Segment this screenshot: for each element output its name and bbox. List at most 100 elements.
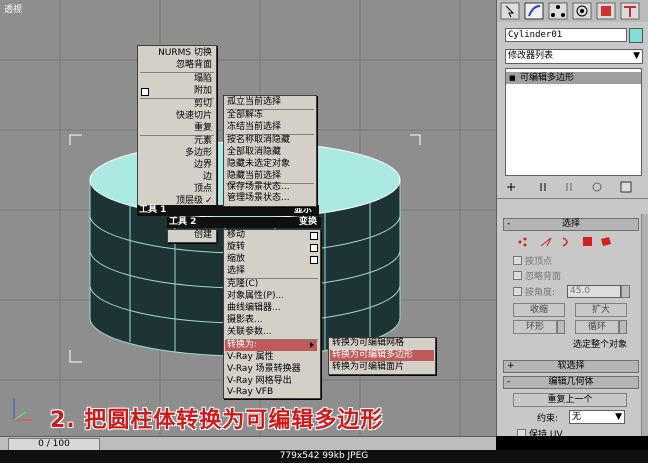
ring-spinner[interactable] <box>557 320 565 334</box>
stack-item-editable-poly[interactable]: ■ 可编辑多边形 <box>506 72 641 84</box>
chevron-down-icon: ▼ <box>633 51 640 61</box>
hierarchy-tab-icon <box>548 2 568 20</box>
menu-item-vray-properties[interactable]: V-Ray 属性 <box>227 352 274 363</box>
make-unique-icon <box>566 183 572 191</box>
menu-item-freeze-selection[interactable]: 冻结当前选择 <box>227 122 281 133</box>
menu-item-convert-to[interactable]: 转换为: <box>225 340 317 351</box>
menu-item-border[interactable]: 边界 <box>140 160 212 171</box>
edit-geometry-rollout-header[interactable]: - 编辑几何体 <box>503 376 639 389</box>
menu-item-rotate[interactable]: 旋转 <box>227 242 245 253</box>
menu-item-vray-vfb[interactable]: V-Ray VFB <box>227 387 273 398</box>
menu-item-scale[interactable]: 缩放 <box>227 254 245 265</box>
rotate-settings-icon[interactable] <box>310 244 318 252</box>
selection-rollout-header[interactable]: - 选择 <box>503 218 639 231</box>
image-info-bar: 779x542 99kb JPEG <box>0 450 648 463</box>
quad-menu-transform: 移动 旋转 缩放 选择 克隆(C) 对象属性(P)... 曲线编辑器... 摄影… <box>223 229 321 399</box>
menu-item-vray-mesh-export[interactable]: V-Ray 网格导出 <box>227 376 292 387</box>
menu-item-quickslice[interactable]: 快速切片 <box>140 111 212 122</box>
menu-item-vray-scene-converter[interactable]: V-Ray 场景转换器 <box>227 364 301 375</box>
panel-scrollbar[interactable] <box>641 214 648 436</box>
menu-item-unhide-all[interactable]: 全部取消隐藏 <box>227 147 281 158</box>
subobject-levels <box>518 237 611 247</box>
menu-item-nurms-toggle[interactable]: NURMS 切换 <box>140 48 212 59</box>
menu-item-unhide-by-name[interactable]: 按名称取消隐藏 <box>227 135 290 146</box>
loop-spinner[interactable] <box>619 320 627 334</box>
time-slider[interactable]: 0 / 100 <box>0 436 496 451</box>
object-color-swatch[interactable] <box>629 28 643 43</box>
chevron-down-icon: ▼ <box>615 412 622 422</box>
preserve-uv-label: 保持 UV <box>529 430 563 436</box>
menu-item-repeat[interactable]: 重复 <box>140 123 212 134</box>
angle-value-text: 45.0 <box>570 286 591 296</box>
stack-item-label: 可编辑多边形 <box>520 73 575 83</box>
quad-menu-display: 孤立当前选择 全部解冻 冻结当前选择 按名称取消隐藏 全部取消隐藏 隐藏未选定对… <box>223 95 317 207</box>
pin-stack-icon <box>507 183 515 191</box>
scale-settings-icon[interactable] <box>310 256 318 264</box>
menu-item-collapse[interactable]: 塌陷 <box>140 74 212 85</box>
menu-item-hide-selection[interactable]: 隐藏当前选择 <box>227 171 281 182</box>
menu-item-polygon[interactable]: 多边形 <box>140 148 212 159</box>
menu-item-edge[interactable]: 边 <box>140 172 212 183</box>
menu-item-hide-unselected[interactable]: 隐藏未选定对象 <box>227 159 290 170</box>
menu-item-select[interactable]: 选择 <box>227 266 245 277</box>
selection-info-text: 选定整个对象 <box>573 340 628 350</box>
menu-item-isolate-selection[interactable]: 孤立当前选择 <box>227 97 281 108</box>
show-end-result-icon <box>540 183 546 191</box>
menu-item-convert-editable-mesh[interactable]: 转换为可编辑网格 <box>332 338 404 349</box>
loop-button[interactable]: 循环 <box>575 320 619 334</box>
by-angle-checkbox[interactable] <box>513 287 522 296</box>
repeat-last-button[interactable]: 重复上一个 <box>513 393 627 407</box>
menu-item-object-properties[interactable]: 对象属性(P)... <box>227 291 284 302</box>
viewport-label: 透视 <box>4 5 23 15</box>
menu-item-move[interactable]: 移动 <box>227 230 245 241</box>
convert-to-submenu: 转换为可编辑网格 转换为可编辑多边形 转换为可编辑面片 <box>328 337 436 375</box>
angle-value-field[interactable]: 45.0 <box>567 285 621 298</box>
preserve-uv-checkbox[interactable] <box>517 429 526 436</box>
menu-item-curve-editor[interactable]: 曲线编辑器... <box>227 303 281 314</box>
soft-selection-rollout-header[interactable]: + 软选择 <box>503 360 639 373</box>
polygon-level-icon <box>583 237 592 246</box>
submenu-arrow-icon <box>310 342 314 348</box>
remove-modifier-icon <box>592 182 602 192</box>
menu-item-create[interactable]: 创建 <box>170 230 212 241</box>
tutorial-caption: 2. 把圆柱体转换为可编辑多边形 <box>50 408 384 433</box>
ignore-backface-checkbox[interactable] <box>513 271 522 280</box>
menu-item-cut[interactable]: 剪切 <box>140 99 212 110</box>
expand-icon[interactable]: ■ <box>509 72 516 84</box>
perspective-viewport[interactable]: 透视 NURMS 切换 忽略背面 塌陷 附加 剪切 快速切片 重复 元素 多边形… <box>0 0 496 436</box>
configure-modifier-sets-icon <box>620 181 632 193</box>
quad-header-transform: 变换 <box>270 217 317 228</box>
menu-item-wire-parameters[interactable]: 关联参数... <box>227 327 272 338</box>
grow-button[interactable]: 扩大 <box>575 303 627 317</box>
utilities-tab-icon <box>620 2 640 20</box>
menu-item-manage-scene-states[interactable]: 管理场景状态... <box>227 193 290 204</box>
shrink-button[interactable]: 收缩 <box>513 303 565 317</box>
menu-item-attach[interactable]: 附加 <box>140 86 212 97</box>
by-angle-label: 按角度: <box>525 288 556 298</box>
stack-toolbar <box>507 181 632 193</box>
menu-item-dope-sheet[interactable]: 摄影表... <box>227 315 263 326</box>
menu-item-save-scene-state[interactable]: 保存场景状态... <box>227 182 290 193</box>
constraint-dropdown[interactable]: 无 ▼ <box>569 410 625 424</box>
menu-item-clone[interactable]: 克隆(C) <box>227 279 258 290</box>
edit-geometry-title: 编辑几何体 <box>548 377 594 387</box>
object-name-text: Cylinder01 <box>508 30 563 40</box>
menu-item-convert-editable-patch[interactable]: 转换为可编辑面片 <box>332 362 404 373</box>
ring-button[interactable]: 环形 <box>513 320 557 334</box>
motion-tab-icon <box>572 2 592 20</box>
menu-item-convert-editable-poly[interactable]: 转换为可编辑多边形 <box>330 350 434 361</box>
modifier-stack: ■ 可编辑多边形 <box>505 68 642 176</box>
by-vertex-checkbox[interactable] <box>513 256 522 265</box>
menu-item-element[interactable]: 元素 <box>140 136 212 147</box>
element-level-icon <box>601 237 611 246</box>
quad-menu-tools1: NURMS 切换 忽略背面 塌陷 附加 剪切 快速切片 重复 元素 多边形 边界… <box>137 45 217 207</box>
object-name-field[interactable]: Cylinder01 <box>505 28 627 42</box>
modifier-list-dropdown[interactable]: 修改器列表 ▼ <box>505 49 643 64</box>
menu-item-ignore-backface[interactable]: 忽略背面 <box>140 60 212 71</box>
move-settings-icon[interactable] <box>310 232 318 240</box>
constraint-value: 无 <box>572 412 582 422</box>
display-tab-icon <box>596 2 616 20</box>
menu-item-unfreeze-all[interactable]: 全部解冻 <box>227 110 263 121</box>
menu-item-vertex[interactable]: 顶点 <box>140 184 212 195</box>
angle-spinner[interactable] <box>621 285 630 298</box>
